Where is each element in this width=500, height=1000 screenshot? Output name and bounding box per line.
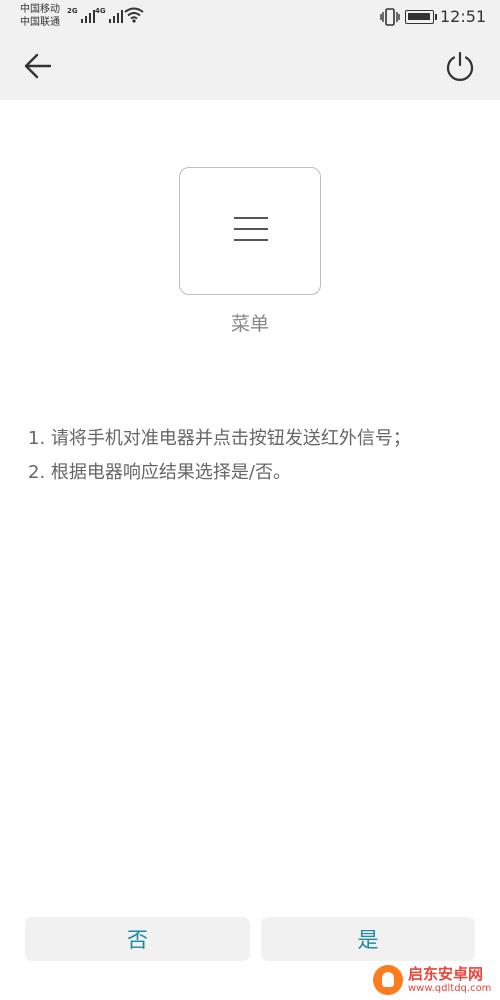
sim2-network-label: 4G (95, 7, 106, 15)
instruction-step: 2. 根据电器响应结果选择是/否。 (28, 462, 291, 483)
carrier-2-label: 中国联通 (20, 17, 60, 28)
instruction-step: 1. 请将手机对准电器并点击按钮发送红外信号； (28, 428, 411, 449)
wifi-icon (124, 7, 144, 23)
battery-charging-icon (405, 10, 437, 24)
watermark-logo-icon (373, 965, 403, 995)
no-button[interactable]: 否 (25, 917, 250, 961)
vibrate-icon (380, 8, 400, 26)
menu-key-button[interactable] (179, 167, 321, 295)
yes-button[interactable]: 是 (261, 917, 475, 961)
carrier-1-label: 中国移动 (20, 4, 60, 15)
power-icon[interactable] (444, 50, 476, 82)
menu-icon (234, 217, 268, 250)
signal-icon: 4G (95, 7, 123, 23)
arrow-left-icon[interactable] (22, 50, 54, 82)
watermark-name: 启东安卓网 (408, 964, 484, 983)
watermark: 启东安卓网 www.qdltdq.com (373, 960, 500, 1000)
watermark-url: www.qdltdq.com (408, 982, 492, 994)
status-bar: 中国移动 中国联通 2G 4G 12:51 (0, 0, 500, 34)
menu-key-label: 菜单 (230, 313, 269, 335)
signal-icon: 2G (67, 7, 95, 23)
instructions: 1. 请将手机对准电器并点击按钮发送红外信号； 2. 根据电器响应结果选择是/否… (28, 422, 488, 490)
carrier-info: 中国移动 中国联通 (20, 3, 60, 29)
clock: 12:51 (440, 7, 487, 26)
sim1-network-label: 2G (67, 7, 78, 15)
